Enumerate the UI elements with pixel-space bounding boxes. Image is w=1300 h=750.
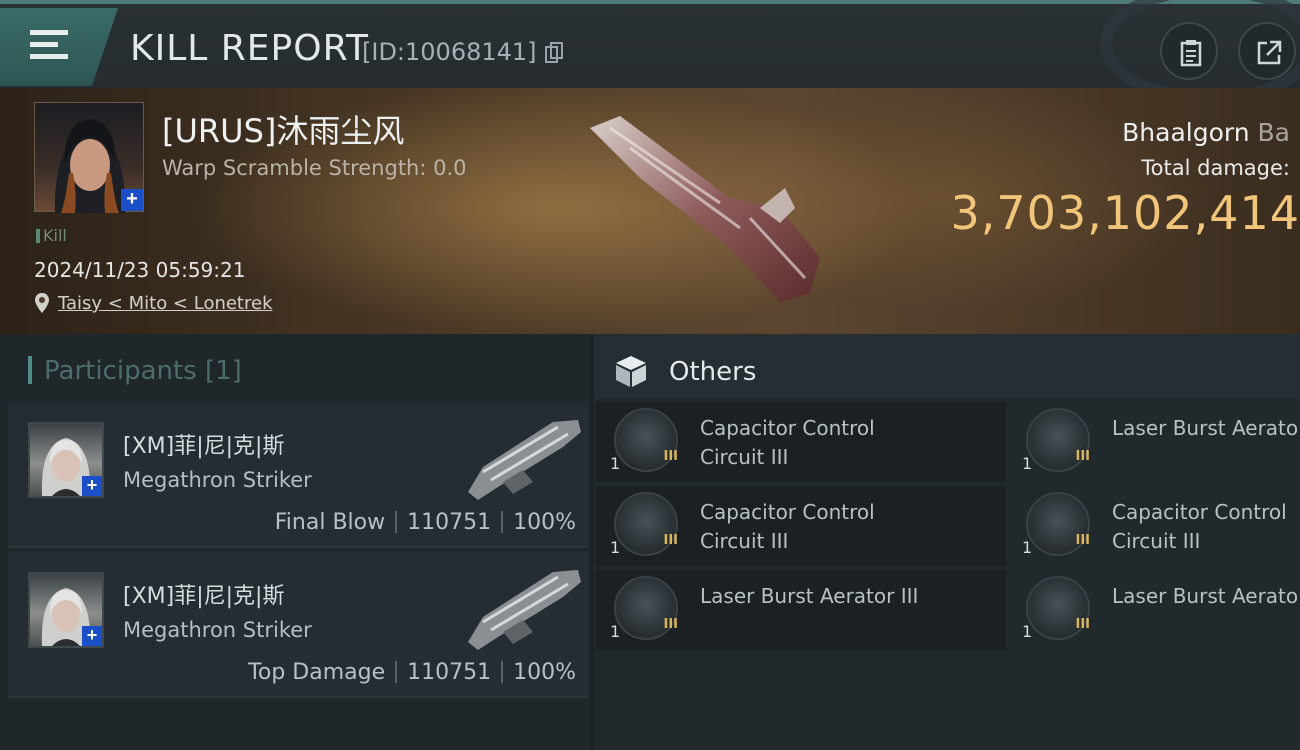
participant-role: Final Blow xyxy=(274,510,386,535)
victim-ship-name: Bhaalgorn Ba xyxy=(1122,118,1290,147)
ship-class-truncated: Ba xyxy=(1257,118,1290,147)
participant-percent: 100% xyxy=(513,660,576,685)
participants-panel: Participants [1] + [XM]菲|尼|克|斯 Megathron… xyxy=(0,334,590,750)
menu-button[interactable] xyxy=(0,8,118,86)
kill-timestamp: 2024/11/23 05:59:21 xyxy=(34,258,246,282)
item-card[interactable]: III 1 Laser Burst Aerato III xyxy=(1008,402,1300,482)
victim-ship-image[interactable] xyxy=(580,108,840,308)
item-quantity: 1 xyxy=(1022,622,1033,641)
item-name: Laser Burst Aerator III xyxy=(700,584,919,608)
item-name: Capacitor Control Circuit III xyxy=(700,416,875,469)
item-card[interactable]: III 1 Capacitor Control Circuit III ✕ xyxy=(596,486,1006,566)
participant-stats: Top Damage 110751 100% xyxy=(248,660,576,685)
participant-damage: 110751 xyxy=(407,510,492,535)
menu-icon xyxy=(30,30,68,66)
capacitor-control-circuit-icon: III xyxy=(614,408,678,472)
participant-name[interactable]: [XM]菲|尼|克|斯 xyxy=(123,578,284,610)
kill-tag: Kill xyxy=(36,226,67,245)
participant-ship: Megathron Striker xyxy=(123,618,312,642)
total-damage-label: Total damage: xyxy=(1141,156,1290,180)
victim-name[interactable]: [URUS]沐雨尘风 xyxy=(162,106,404,152)
victim-avatar[interactable]: + xyxy=(34,102,144,213)
participant-ship-image[interactable] xyxy=(463,562,583,652)
others-title: Others xyxy=(669,357,757,387)
item-tier: III xyxy=(663,533,678,548)
external-link-icon xyxy=(1257,40,1282,65)
item-tier: III xyxy=(1075,449,1090,464)
capacitor-control-circuit-icon: III xyxy=(614,492,678,556)
kill-tag-label: Kill xyxy=(43,226,67,245)
item-quantity: 1 xyxy=(610,454,621,473)
item-name: Laser Burst Aerato III xyxy=(1112,416,1300,440)
item-tier: III xyxy=(663,449,678,464)
destroyed-x-icon: ✕ xyxy=(968,426,990,456)
participant-ship: Megathron Striker xyxy=(123,468,312,492)
kill-id: [ID:10068141] xyxy=(362,38,537,66)
participant-role: Top Damage xyxy=(248,660,386,685)
participant-ship-image[interactable] xyxy=(463,412,583,502)
kill-location-link[interactable]: Taisy < Mito < Lonetrek xyxy=(58,293,273,314)
participants-count: [1] xyxy=(205,356,242,386)
destroyed-x-icon: ✕ xyxy=(968,510,990,540)
item-name: Capacitor Control Circuit III xyxy=(1112,500,1287,553)
participant-avatar[interactable]: + xyxy=(28,572,104,648)
participant-stats: Final Blow 110751 100% xyxy=(275,510,576,535)
item-tier: III xyxy=(1075,533,1090,548)
top-bar: KILL REPORT [ID:10068141] xyxy=(0,0,1300,104)
item-card[interactable]: III 1 Laser Burst Aerato III xyxy=(1008,570,1300,650)
laser-burst-aerator-icon: III xyxy=(614,576,678,640)
item-quantity: 1 xyxy=(610,622,621,641)
item-name: Capacitor Control Circuit III xyxy=(700,500,875,553)
participant-percent: 100% xyxy=(513,510,576,535)
add-contact-icon[interactable]: + xyxy=(82,626,102,646)
participant-damage: 110751 xyxy=(407,660,492,685)
clipboard-icon xyxy=(1180,40,1202,67)
total-damage-value: 3,703,102,414 xyxy=(950,186,1300,240)
destroyed-x-icon: ✕ xyxy=(968,594,990,624)
copy-icon[interactable] xyxy=(545,42,563,64)
ship-name-text: Bhaalgorn xyxy=(1122,118,1250,147)
item-quantity: 1 xyxy=(1022,454,1033,473)
add-contact-icon[interactable]: + xyxy=(82,476,102,496)
participant-row[interactable]: + [XM]菲|尼|克|斯 Megathron Striker Final Bl… xyxy=(8,402,588,548)
item-card[interactable]: III 1 Laser Burst Aerator III ✕ xyxy=(596,570,1006,650)
laser-burst-aerator-icon: III xyxy=(1026,408,1090,472)
participants-header: Participants [1] xyxy=(28,356,242,386)
add-contact-icon[interactable]: + xyxy=(121,189,143,211)
page-title: KILL REPORT xyxy=(130,28,369,69)
warp-scramble-strength: Warp Scramble Strength: 0.0 xyxy=(162,156,467,180)
capacitor-control-circuit-icon: III xyxy=(1026,492,1090,556)
item-name: Laser Burst Aerato III xyxy=(1112,584,1300,608)
item-card[interactable]: III 1 Capacitor Control Circuit III xyxy=(1008,486,1300,566)
cube-icon xyxy=(616,356,646,387)
participants-title: Participants xyxy=(44,356,197,386)
participant-row[interactable]: + [XM]菲|尼|克|斯 Megathron Striker Top Dama… xyxy=(8,552,588,698)
clipboard-button[interactable] xyxy=(1160,22,1218,80)
share-button[interactable] xyxy=(1238,22,1296,80)
participant-avatar[interactable]: + xyxy=(28,422,104,498)
others-header: Others xyxy=(594,334,1300,398)
item-tier: III xyxy=(1075,617,1090,632)
location-pin-icon xyxy=(35,293,49,313)
item-quantity: 1 xyxy=(610,538,621,557)
laser-burst-aerator-icon: III xyxy=(1026,576,1090,640)
victim-banner: + [URUS]沐雨尘风 Warp Scramble Strength: 0.0… xyxy=(0,88,1300,334)
item-quantity: 1 xyxy=(1022,538,1033,557)
item-card[interactable]: III 1 Capacitor Control Circuit III ✕ xyxy=(596,402,1006,482)
participant-name[interactable]: [XM]菲|尼|克|斯 xyxy=(123,428,284,460)
item-tier: III xyxy=(663,617,678,632)
